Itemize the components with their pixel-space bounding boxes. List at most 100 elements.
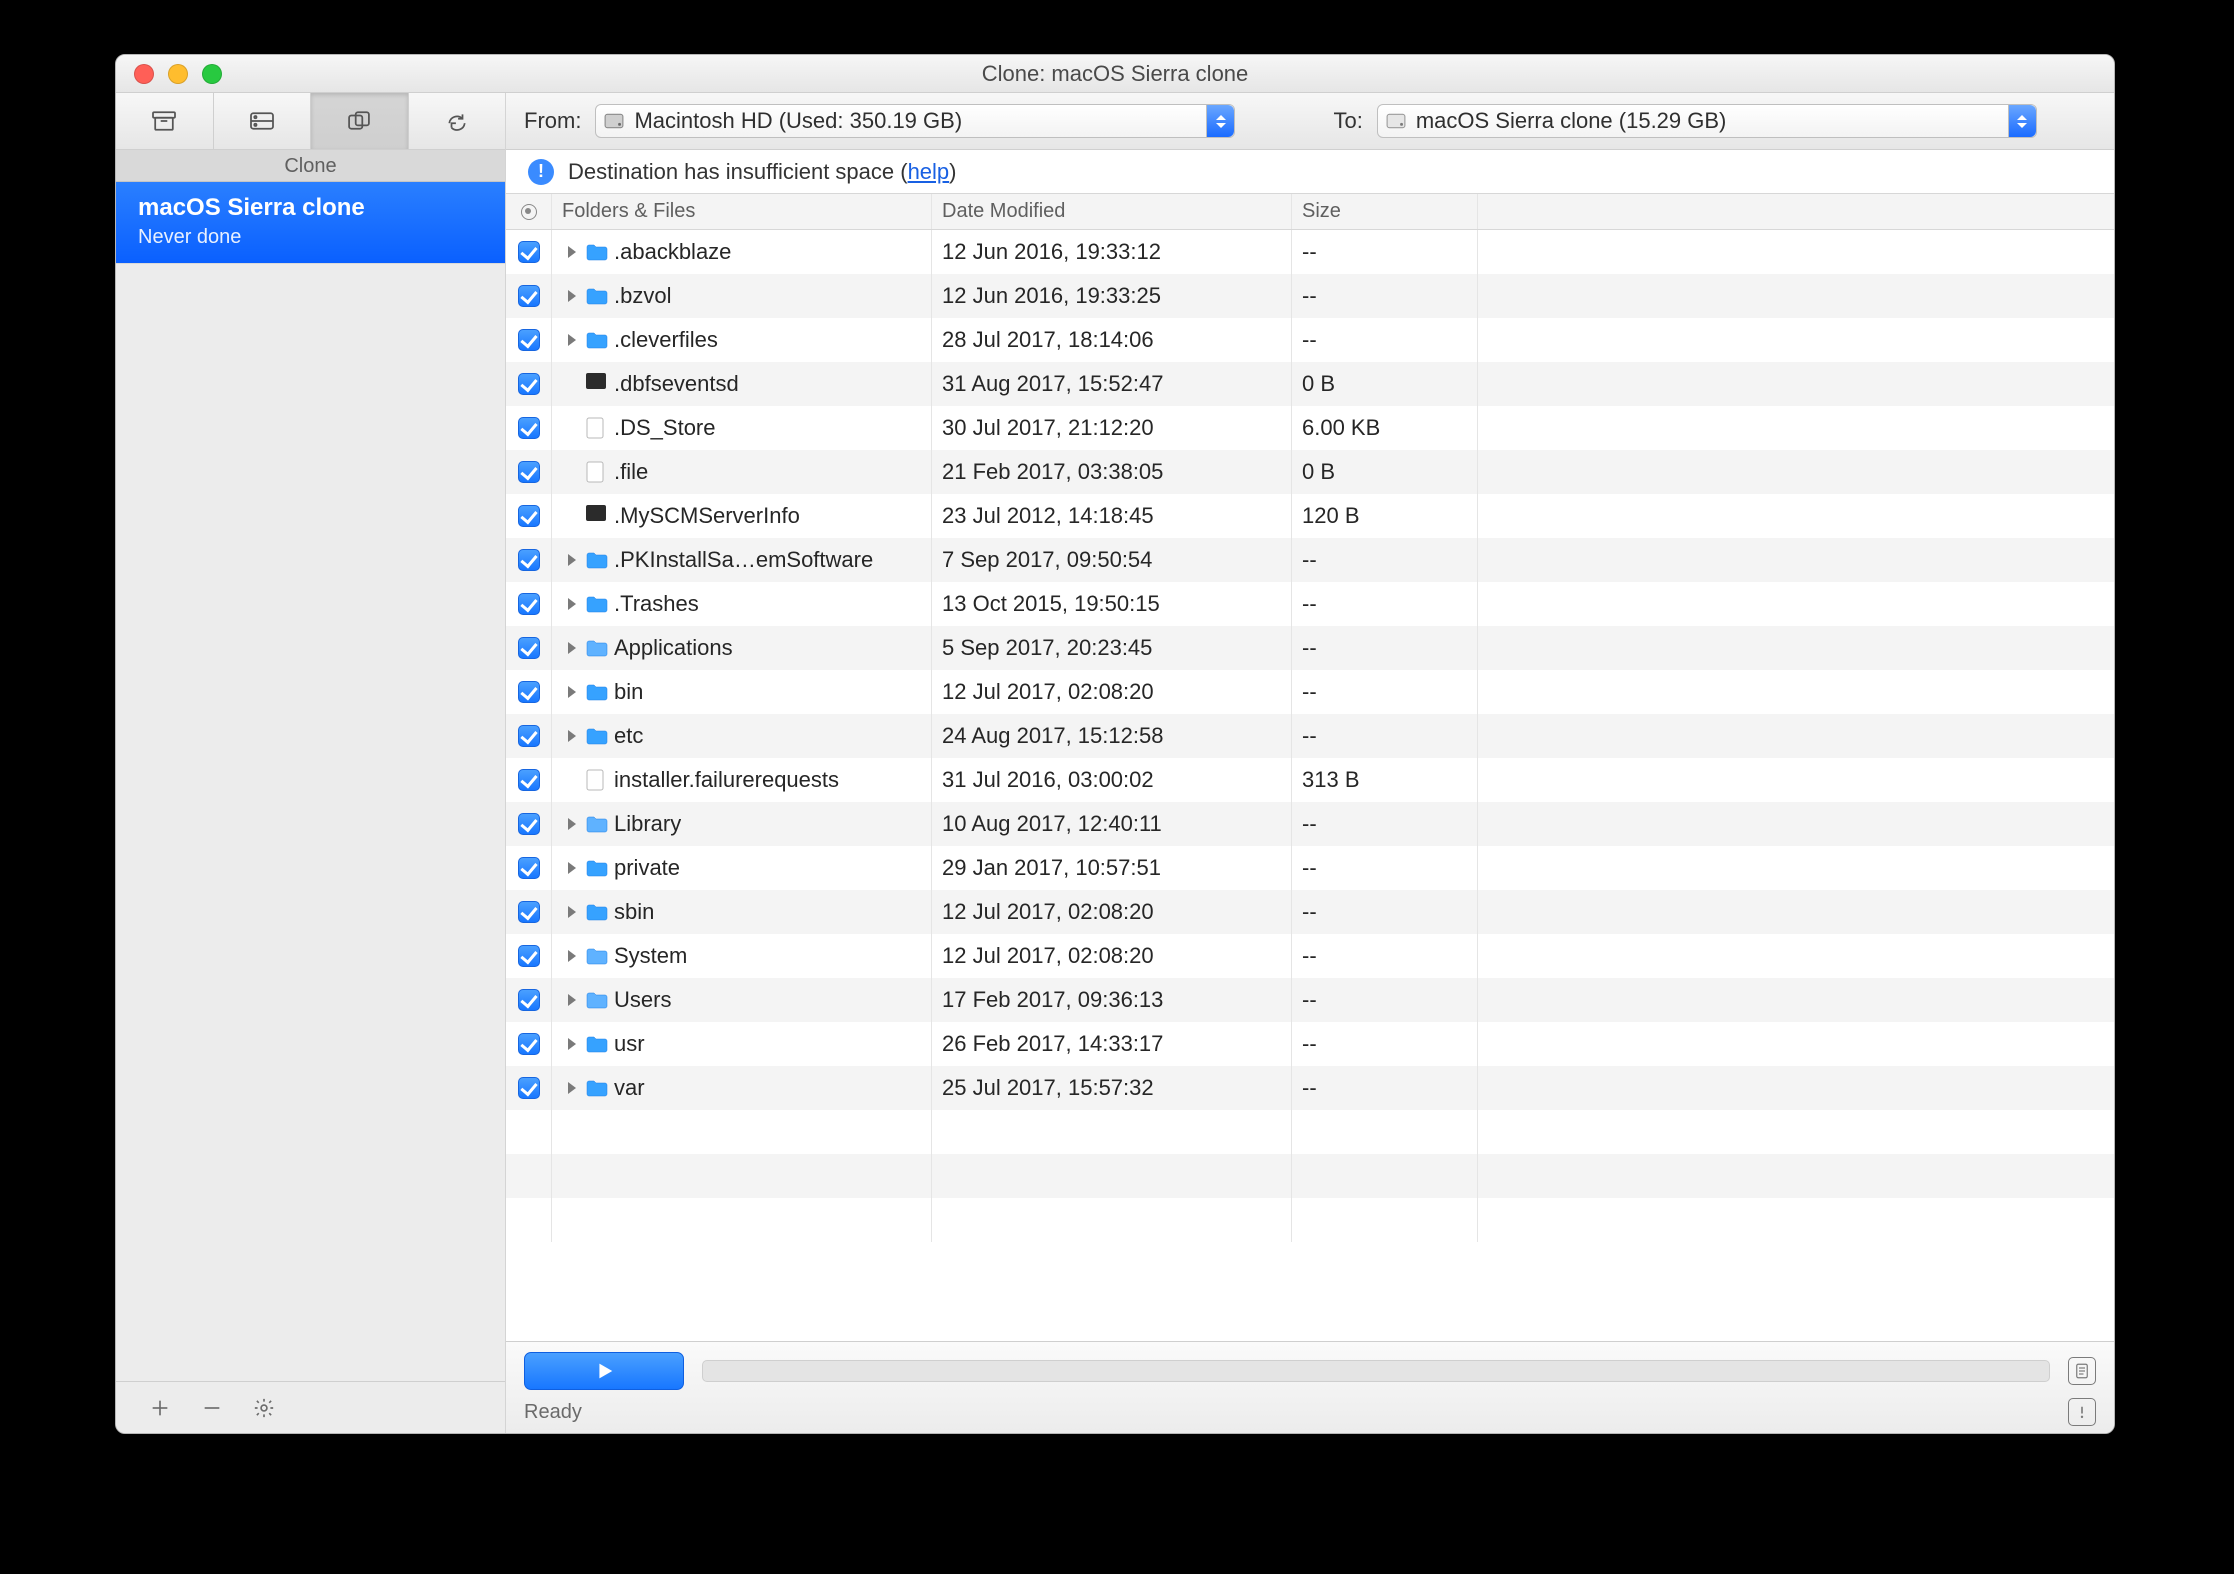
alert-button[interactable] (2068, 1398, 2096, 1426)
row-checkbox[interactable] (518, 285, 540, 307)
dest-volume-popup[interactable]: macOS Sierra clone (15.29 GB) (1377, 104, 2037, 138)
folder-icon (586, 1077, 608, 1099)
file-row[interactable]: Library10 Aug 2017, 12:40:11-- (506, 802, 2114, 846)
file-row[interactable]: bin12 Jul 2017, 02:08:20-- (506, 670, 2114, 714)
row-checkbox[interactable] (518, 417, 540, 439)
disclosure-triangle-icon[interactable] (568, 994, 576, 1006)
sidebar-tab-sync[interactable] (409, 93, 506, 149)
add-task-button[interactable] (146, 1394, 174, 1422)
file-row[interactable]: .abackblaze12 Jun 2016, 19:33:12-- (506, 230, 2114, 274)
log-button[interactable] (2068, 1357, 2096, 1385)
play-icon (593, 1360, 615, 1382)
row-checkbox[interactable] (518, 1077, 540, 1099)
row-checkbox-cell (506, 582, 552, 626)
file-row[interactable]: .dbfseventsd31 Aug 2017, 15:52:470 B (506, 362, 2114, 406)
sidebar-tab-archive[interactable] (116, 93, 214, 149)
disclosure-triangle-icon[interactable] (568, 1082, 576, 1094)
sidebar-task[interactable]: macOS Sierra cloneNever done (116, 182, 505, 264)
disclosure-triangle-icon[interactable] (568, 598, 576, 610)
disclosure-triangle-icon[interactable] (568, 862, 576, 874)
file-row[interactable]: var25 Jul 2017, 15:57:32-- (506, 1066, 2114, 1110)
sidebar-tab-clone[interactable] (311, 93, 409, 149)
row-checkbox[interactable] (518, 329, 540, 351)
row-name-cell: .Trashes (552, 582, 932, 626)
row-checkbox[interactable] (518, 593, 540, 615)
row-name-cell: etc (552, 714, 932, 758)
row-checkbox[interactable] (518, 549, 540, 571)
disclosure-triangle-icon[interactable] (568, 334, 576, 346)
row-checkbox[interactable] (518, 989, 540, 1011)
file-row[interactable]: .DS_Store30 Jul 2017, 21:12:206.00 KB (506, 406, 2114, 450)
disclosure-triangle-icon[interactable] (568, 906, 576, 918)
warning-text: Destination has insufficient space ( (568, 159, 908, 184)
disclosure-triangle-icon[interactable] (568, 642, 576, 654)
file-row[interactable]: .MySCMServerInfo23 Jul 2012, 14:18:45120… (506, 494, 2114, 538)
row-filename: installer.failurerequests (614, 767, 839, 793)
disclosure-triangle-icon[interactable] (568, 950, 576, 962)
row-checkbox[interactable] (518, 945, 540, 967)
file-row[interactable]: installer.failurerequests31 Jul 2016, 03… (506, 758, 2114, 802)
row-checkbox[interactable] (518, 857, 540, 879)
disclosure-triangle-icon[interactable] (568, 818, 576, 830)
header-name-column[interactable]: Folders & Files (552, 194, 932, 229)
row-checkbox[interactable] (518, 461, 540, 483)
row-checkbox-cell (506, 406, 552, 450)
file-row[interactable]: Applications5 Sep 2017, 20:23:45-- (506, 626, 2114, 670)
row-date: 26 Feb 2017, 14:33:17 (932, 1022, 1292, 1066)
header-check-column[interactable] (506, 194, 552, 229)
row-filename: Users (614, 987, 671, 1013)
file-row[interactable]: .bzvol12 Jun 2016, 19:33:25-- (506, 274, 2114, 318)
file-row[interactable]: Users17 Feb 2017, 09:36:13-- (506, 978, 2114, 1022)
file-row[interactable]: .Trashes13 Oct 2015, 19:50:15-- (506, 582, 2114, 626)
file-row[interactable]: sbin12 Jul 2017, 02:08:20-- (506, 890, 2114, 934)
warning-help-link[interactable]: help (908, 159, 950, 184)
disclosure-triangle-icon[interactable] (568, 686, 576, 698)
row-checkbox[interactable] (518, 725, 540, 747)
row-checkbox[interactable] (518, 769, 540, 791)
run-button[interactable] (524, 1352, 684, 1390)
disclosure-triangle-icon[interactable] (568, 1038, 576, 1050)
remove-task-button[interactable] (198, 1394, 226, 1422)
row-name-cell: .file (552, 450, 932, 494)
disclosure-triangle-icon[interactable] (568, 290, 576, 302)
row-checkbox[interactable] (518, 241, 540, 263)
row-filename: Applications (614, 635, 733, 661)
row-name-cell: var (552, 1066, 932, 1110)
row-date: 12 Jul 2017, 02:08:20 (932, 890, 1292, 934)
row-checkbox[interactable] (518, 681, 540, 703)
row-checkbox-cell (506, 670, 552, 714)
row-size: 0 B (1292, 362, 1478, 406)
row-filename: private (614, 855, 680, 881)
row-checkbox[interactable] (518, 637, 540, 659)
header-date-column[interactable]: Date Modified (932, 194, 1292, 229)
row-checkbox-cell (506, 978, 552, 1022)
file-row[interactable]: private29 Jan 2017, 10:57:51-- (506, 846, 2114, 890)
source-volume-popup[interactable]: Macintosh HD (Used: 350.19 GB) (595, 104, 1235, 138)
row-date: 12 Jun 2016, 19:33:12 (932, 230, 1292, 274)
row-size: 0 B (1292, 450, 1478, 494)
file-row[interactable]: System12 Jul 2017, 02:08:20-- (506, 934, 2114, 978)
document-icon (2073, 1362, 2091, 1380)
sidebar-tab-volumes[interactable] (214, 93, 312, 149)
file-row[interactable]: .PKInstallSa…emSoftware7 Sep 2017, 09:50… (506, 538, 2114, 582)
row-checkbox[interactable] (518, 813, 540, 835)
row-checkbox-cell (506, 450, 552, 494)
file-row[interactable]: etc24 Aug 2017, 15:12:58-- (506, 714, 2114, 758)
disclosure-triangle-icon[interactable] (568, 730, 576, 742)
row-name-cell: .dbfseventsd (552, 362, 932, 406)
row-checkbox[interactable] (518, 1033, 540, 1055)
disclosure-triangle-icon[interactable] (568, 554, 576, 566)
file-list[interactable]: .abackblaze12 Jun 2016, 19:33:12--.bzvol… (506, 230, 2114, 1341)
row-checkbox[interactable] (518, 901, 540, 923)
settings-button[interactable] (250, 1394, 278, 1422)
file-row[interactable]: .cleverfiles28 Jul 2017, 18:14:06-- (506, 318, 2114, 362)
header-size-column[interactable]: Size (1292, 194, 1478, 229)
file-row[interactable]: usr26 Feb 2017, 14:33:17-- (506, 1022, 2114, 1066)
row-checkbox-cell (506, 494, 552, 538)
sidebar-footer (116, 1381, 505, 1433)
row-checkbox[interactable] (518, 373, 540, 395)
row-checkbox[interactable] (518, 505, 540, 527)
row-name-cell: System (552, 934, 932, 978)
file-row[interactable]: .file21 Feb 2017, 03:38:050 B (506, 450, 2114, 494)
disclosure-triangle-icon[interactable] (568, 246, 576, 258)
